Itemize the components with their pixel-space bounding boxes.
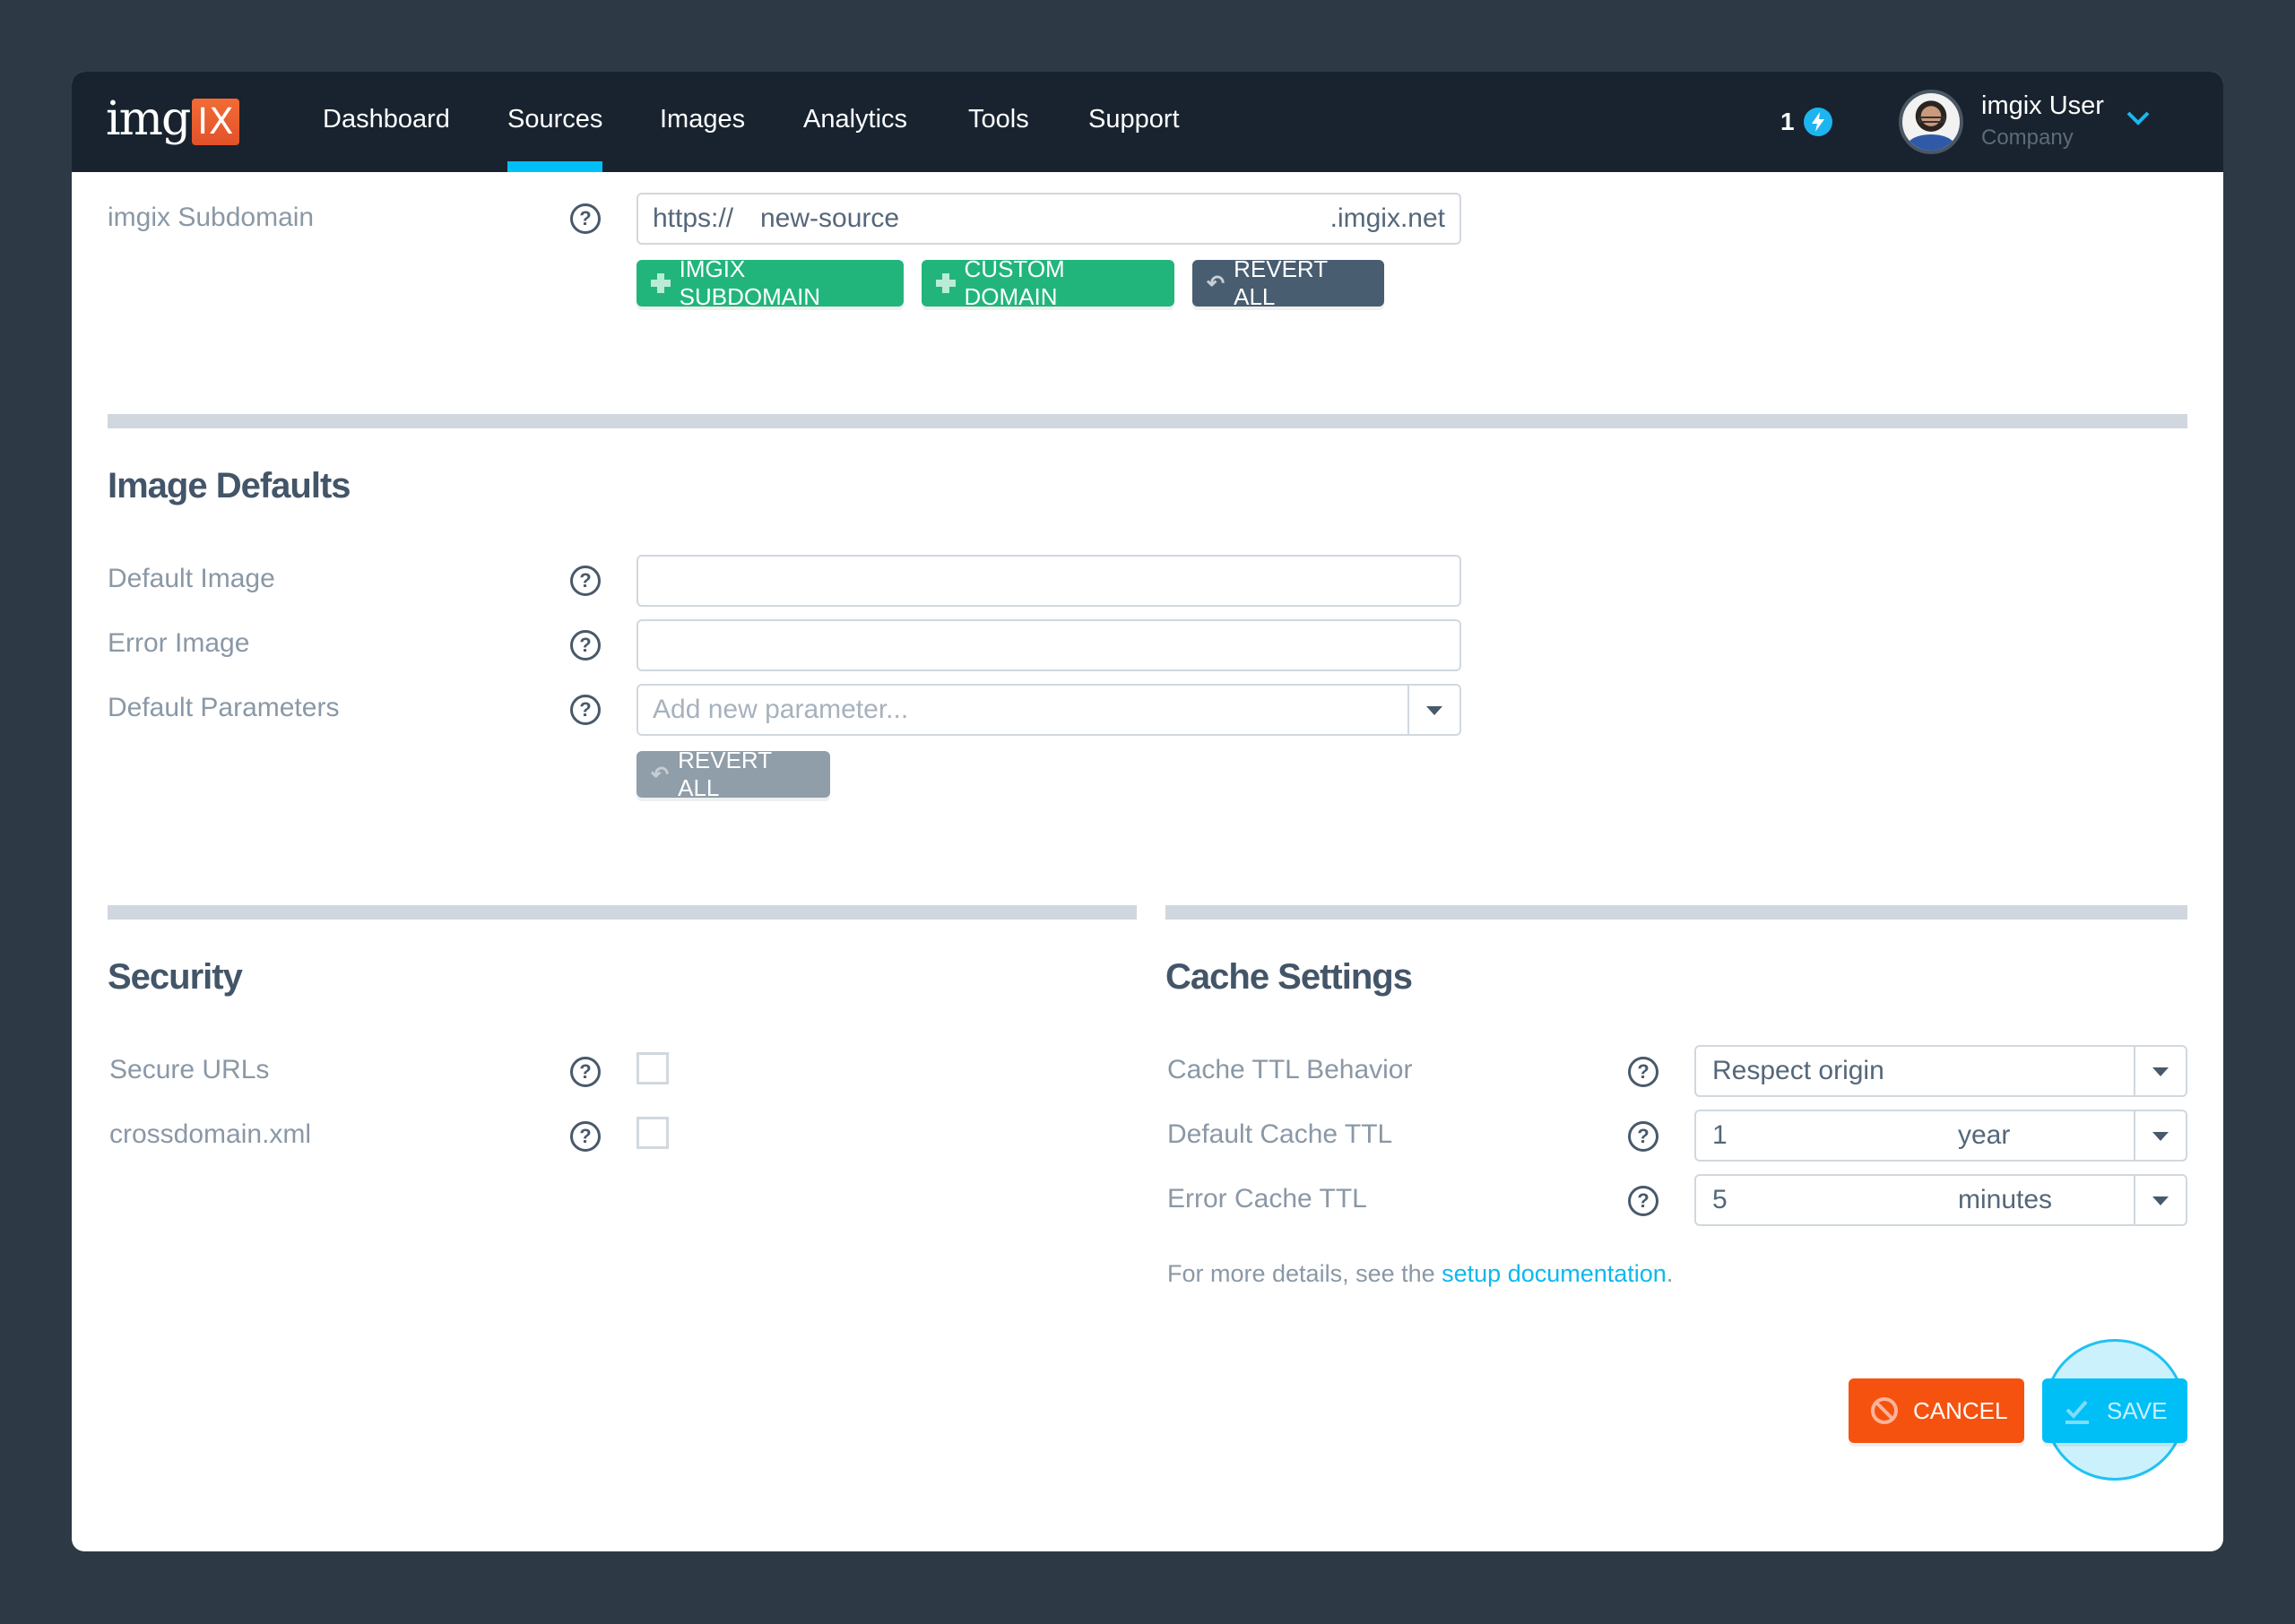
subdomain-input[interactable]: https:// new-source .imgix.net	[637, 193, 1461, 245]
notifications[interactable]: 1	[1780, 106, 1832, 138]
section-divider	[1165, 905, 2187, 920]
security-title: Security	[108, 957, 243, 997]
caret-down-icon[interactable]	[2152, 1132, 2169, 1141]
plus-icon	[651, 273, 671, 293]
caret-down-icon[interactable]	[1426, 706, 1442, 715]
subdomain-value: new-source	[760, 203, 900, 233]
setup-documentation-link[interactable]: setup documentation	[1442, 1260, 1667, 1287]
plus-icon	[936, 273, 956, 293]
note-suffix: .	[1666, 1260, 1674, 1287]
button-label: CANCEL	[1913, 1396, 2008, 1424]
help-icon[interactable]: ?	[570, 1121, 601, 1152]
default-image-label: Default Image	[108, 564, 275, 593]
help-icon[interactable]: ?	[570, 203, 601, 234]
crossdomain-label: crossdomain.xml	[109, 1119, 312, 1149]
help-icon[interactable]: ?	[570, 695, 601, 725]
undo-icon: ↶	[1207, 271, 1225, 296]
revert-image-defaults-button[interactable]: ↶ REVERT ALL	[637, 747, 830, 801]
add-custom-domain-button[interactable]: CUSTOM DOMAIN	[922, 255, 1174, 310]
user-avatar[interactable]	[1899, 90, 1963, 154]
subdomain-suffix: .imgix.net	[1329, 203, 1445, 233]
cancel-icon	[1871, 1397, 1898, 1424]
nav-analytics[interactable]: Analytics	[803, 72, 907, 172]
image-defaults-title: Image Defaults	[108, 466, 351, 505]
error-cache-ttl-select[interactable]: 5 minutes	[1694, 1174, 2187, 1226]
ttl-amount: 1	[1712, 1120, 1728, 1150]
user-name[interactable]: imgix User	[1981, 91, 2104, 121]
secure-urls-checkbox[interactable]	[637, 1052, 669, 1084]
default-cache-ttl-label: Default Cache TTL	[1167, 1119, 1393, 1149]
cache-ttl-behavior-label: Cache TTL Behavior	[1167, 1055, 1413, 1084]
button-label: CUSTOM DOMAIN	[964, 255, 1065, 310]
default-cache-ttl-select[interactable]: 1 year	[1694, 1110, 2187, 1162]
ttl-unit: year	[1958, 1120, 2011, 1150]
chevron-down-icon[interactable]	[2125, 104, 2152, 131]
section-divider	[108, 414, 2187, 428]
parameter-placeholder: Add new parameter...	[653, 695, 909, 724]
cache-ttl-behavior-select[interactable]: Respect origin	[1694, 1045, 2187, 1097]
save-button[interactable]: SAVE	[2042, 1378, 2187, 1443]
revert-subdomain-button[interactable]: ↶ REVERT ALL	[1192, 255, 1384, 310]
secure-urls-label: Secure URLs	[109, 1055, 270, 1084]
bolt-icon	[1803, 108, 1832, 136]
help-icon[interactable]: ?	[570, 566, 601, 596]
nav-sources[interactable]: Sources	[507, 72, 603, 172]
setup-note: For more details, see the setup document…	[1167, 1260, 1673, 1288]
nav-dashboard[interactable]: Dashboard	[323, 72, 450, 172]
default-parameters-label: Default Parameters	[108, 693, 340, 722]
subdomain-label: imgix Subdomain	[108, 203, 315, 232]
cancel-button[interactable]: CANCEL	[1849, 1378, 2024, 1443]
section-divider	[108, 905, 1137, 920]
default-image-input[interactable]	[637, 555, 1461, 607]
selected-value: Respect origin	[1712, 1056, 1884, 1085]
nav-images[interactable]: Images	[660, 72, 745, 172]
user-company: Company	[1981, 125, 2074, 150]
button-label: REVERT ALL	[678, 747, 772, 801]
help-icon[interactable]: ?	[1628, 1186, 1658, 1216]
cache-settings-title: Cache Settings	[1165, 957, 1413, 997]
help-icon[interactable]: ?	[1628, 1121, 1658, 1152]
logo-text: img	[106, 92, 191, 146]
button-label: SAVE	[2107, 1396, 2168, 1424]
app-window: img IX Dashboard Sources Images Analytic…	[72, 72, 2223, 1551]
help-icon[interactable]: ?	[570, 1057, 601, 1087]
error-image-label: Error Image	[108, 628, 250, 658]
default-parameters-select[interactable]: Add new parameter...	[637, 684, 1461, 736]
crossdomain-checkbox[interactable]	[637, 1117, 669, 1149]
ttl-amount: 5	[1712, 1185, 1728, 1214]
note-text: For more details, see the	[1167, 1260, 1442, 1287]
nav-support[interactable]: Support	[1088, 72, 1180, 172]
logo-badge: IX	[192, 99, 240, 145]
error-image-input[interactable]	[637, 619, 1461, 671]
help-icon[interactable]: ?	[570, 630, 601, 661]
button-label: REVERT ALL	[1234, 255, 1328, 310]
undo-icon: ↶	[651, 762, 670, 787]
subdomain-prefix: https://	[653, 203, 734, 233]
help-icon[interactable]: ?	[1628, 1057, 1658, 1087]
error-cache-ttl-label: Error Cache TTL	[1167, 1184, 1367, 1214]
nav-tools[interactable]: Tools	[968, 72, 1029, 172]
imgix-logo[interactable]: img IX	[106, 92, 240, 147]
button-label: IMGIX SUBDOMAIN	[679, 255, 821, 310]
check-icon	[2066, 1400, 2089, 1424]
caret-down-icon[interactable]	[2152, 1196, 2169, 1205]
add-imgix-subdomain-button[interactable]: IMGIX SUBDOMAIN	[637, 255, 904, 310]
caret-down-icon[interactable]	[2152, 1067, 2169, 1076]
top-navbar: img IX Dashboard Sources Images Analytic…	[72, 72, 2223, 172]
ttl-unit: minutes	[1958, 1185, 2053, 1214]
notification-count: 1	[1780, 108, 1795, 135]
